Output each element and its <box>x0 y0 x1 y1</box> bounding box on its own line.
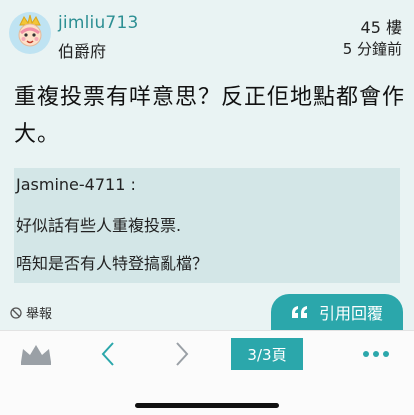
page-indicator-button[interactable]: 3/3頁 <box>231 338 303 370</box>
avatar[interactable] <box>8 11 52 55</box>
chevron-right-icon[interactable] <box>174 340 190 368</box>
report-label: 舉報 <box>26 307 53 322</box>
post-card: jimliu713 伯爵府 45 樓 5 分鐘前 重複投票有咩意思？反正佢地點都… <box>0 0 414 330</box>
more-dots-icon[interactable] <box>362 350 390 358</box>
post-floor-number: 45 樓 <box>360 18 402 37</box>
chevron-left-icon[interactable] <box>100 340 116 368</box>
quote-reply-label: 引用回覆 <box>318 304 383 323</box>
username[interactable]: jimliu713 <box>58 13 138 33</box>
toolbar-divider <box>0 330 414 331</box>
cartoon-baby-avatar-icon <box>9 12 51 54</box>
quote-icon <box>291 306 307 318</box>
home-indicator <box>135 403 279 408</box>
page-indicator-label: 3/3頁 <box>247 345 287 364</box>
quote-author: Jasmine-4711 : <box>16 175 136 194</box>
quote-reply-button[interactable]: 引用回覆 <box>271 294 403 330</box>
no-entry-icon <box>10 306 22 319</box>
quoted-post: Jasmine-4711 : 好似話有些人重複投票. 唔知是否有人特登搞亂檔？ <box>14 168 400 283</box>
post-timestamp: 5 分鐘前 <box>342 40 402 58</box>
user-title: 伯爵府 <box>58 42 107 61</box>
post-content: 重複投票有咩意思？反正佢地點都會作大。 <box>14 85 406 147</box>
report-button[interactable]: 舉報 <box>10 303 52 322</box>
quote-text-line: 唔知是否有人特登搞亂檔？ <box>16 254 209 273</box>
crown-icon[interactable] <box>19 342 53 366</box>
quote-text-line: 好似話有些人重複投票. <box>16 216 182 235</box>
